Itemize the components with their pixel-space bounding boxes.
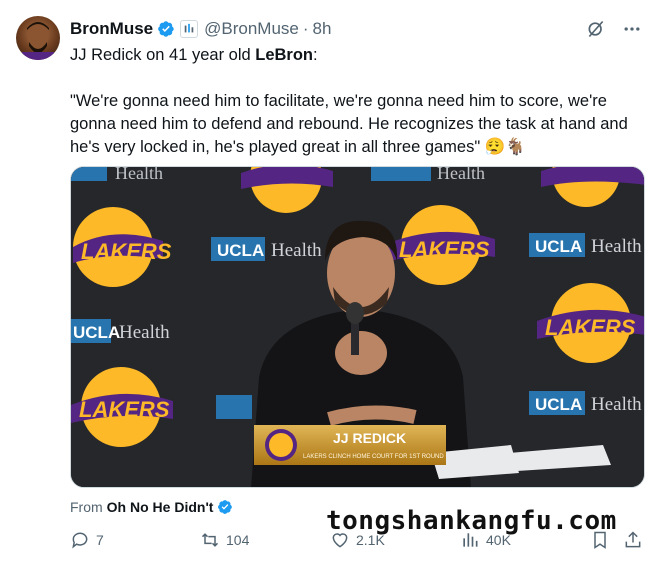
like-button[interactable]: 2.1K xyxy=(330,530,385,550)
reply-button[interactable]: 7 xyxy=(70,530,104,550)
post-text: JJ Redick on 41 year old LeBron: "We're … xyxy=(70,44,640,159)
svg-text:UCLA: UCLA xyxy=(217,241,264,260)
svg-text:Health: Health xyxy=(437,167,485,183)
svg-text:UCLA: UCLA xyxy=(535,237,582,256)
bookmark-button[interactable] xyxy=(590,530,610,550)
source-name[interactable]: Oh No He Didn't xyxy=(107,499,214,515)
svg-text:Health: Health xyxy=(119,322,170,343)
svg-text:Health: Health xyxy=(591,394,642,415)
source-prefix: From xyxy=(70,499,103,515)
like-count: 2.1K xyxy=(356,532,385,548)
post-video[interactable]: LAKERS LAKERS LAKERS LAKERS Health Healt… xyxy=(70,166,645,488)
verified-badge-icon xyxy=(218,500,233,514)
reply-icon xyxy=(72,532,88,549)
grok-icon[interactable] xyxy=(584,17,608,41)
bookmark-icon xyxy=(594,531,606,549)
separator: · xyxy=(302,19,309,38)
ucla-health-sign: Health xyxy=(71,167,163,183)
svg-text:Health: Health xyxy=(115,167,163,183)
share-icon xyxy=(625,531,641,548)
repost-button[interactable]: 104 xyxy=(200,530,249,550)
svg-text:LAKERS: LAKERS xyxy=(399,237,490,262)
post-text-mention: LeBron xyxy=(255,46,314,64)
lower-third-name: JJ REDICK xyxy=(333,430,406,446)
ucla-health-sign: UCLA Health xyxy=(71,319,170,343)
views-count: 40K xyxy=(486,532,511,548)
lower-third-banner: JJ REDICK LAKERS CLINCH HOME COURT FOR 1… xyxy=(254,425,446,465)
svg-text:Health: Health xyxy=(591,236,642,257)
engagement-bar: 7 104 2.1K 40K xyxy=(70,530,645,556)
share-button[interactable] xyxy=(623,530,643,550)
svg-text:LAKERS: LAKERS xyxy=(79,397,170,422)
repost-count: 104 xyxy=(226,532,250,548)
verified-badge-icon xyxy=(158,21,174,37)
svg-text:LAKERS: LAKERS xyxy=(545,315,636,340)
post-text-intro: JJ Redick on 41 year old xyxy=(70,46,256,64)
post-text-colon: : xyxy=(313,46,318,64)
post-header: BronMuse @BronMuse · 8h xyxy=(70,17,644,41)
author-handle[interactable]: @BronMuse xyxy=(204,19,299,39)
heart-icon xyxy=(332,533,348,548)
lower-third-subtitle: LAKERS CLINCH HOME COURT FOR 1ST ROUND xyxy=(303,454,444,460)
author-avatar[interactable] xyxy=(16,16,60,60)
svg-text:UCLA: UCLA xyxy=(73,323,120,342)
post-quote: "We're gonna need him to facilitate, we'… xyxy=(70,92,628,156)
source-attribution: From Oh No He Didn't xyxy=(70,499,233,515)
author-name[interactable]: BronMuse xyxy=(70,19,153,39)
svg-text:UCLA: UCLA xyxy=(535,395,582,414)
affiliation-badge-icon[interactable] xyxy=(180,20,199,38)
svg-text:Health: Health xyxy=(271,240,322,261)
views-chart-icon xyxy=(463,533,478,547)
ucla-health-sign: Health xyxy=(371,167,485,183)
more-options-icon[interactable] xyxy=(620,17,644,41)
reply-count: 7 xyxy=(96,532,104,548)
views-button[interactable]: 40K xyxy=(460,530,511,550)
svg-text:LAKERS: LAKERS xyxy=(81,239,172,264)
header-actions xyxy=(584,17,644,41)
repost-icon xyxy=(201,533,219,547)
post-time[interactable]: 8h xyxy=(313,19,332,39)
